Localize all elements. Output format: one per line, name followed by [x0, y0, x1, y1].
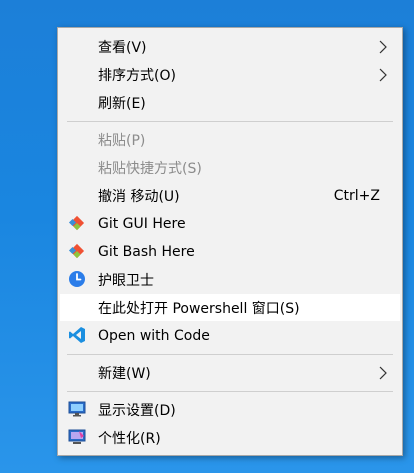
menu-item-label: 在此处打开 Powershell 窗口(S) [98, 300, 300, 317]
menu-item-label: 查看(V) [98, 39, 147, 56]
display-settings-icon [68, 401, 86, 417]
menu-item-label: 粘贴(P) [98, 132, 146, 149]
menu-item-open-powershell[interactable]: 在此处打开 Powershell 窗口(S) [60, 294, 400, 321]
menu-item-git-bash[interactable]: Git Bash Here [60, 238, 400, 265]
menu-separator [67, 391, 393, 392]
menu-item-undo-move[interactable]: 撤消 移动(U) Ctrl+Z [60, 182, 400, 209]
menu-item-paste-shortcut: 粘贴快捷方式(S) [60, 154, 400, 181]
vscode-icon [69, 327, 85, 343]
menu-item-label: 撤消 移动(U) [98, 188, 180, 205]
menu-item-label: Git Bash Here [98, 243, 195, 260]
menu-item-new[interactable]: 新建(W) [60, 359, 400, 386]
menu-item-sort-by[interactable]: 排序方式(O) [60, 61, 400, 88]
desktop-context-menu: 查看(V) 排序方式(O) 刷新(E) 粘贴(P) 粘贴快捷方式(S) 撤消 移… [57, 27, 403, 456]
menu-item-open-with-code[interactable]: Open with Code [60, 322, 400, 349]
menu-item-label: 护眼卫士 [98, 272, 154, 289]
menu-item-personalize[interactable]: 个性化(R) [60, 424, 400, 451]
git-bash-icon [68, 243, 85, 259]
menu-item-label: 个性化(R) [98, 430, 161, 447]
menu-item-eye-guard[interactable]: 护眼卫士 [60, 266, 400, 293]
shortcut-text: Ctrl+Z [333, 187, 380, 204]
chevron-right-icon [379, 40, 387, 53]
git-gui-icon [68, 215, 85, 231]
menu-item-refresh[interactable]: 刷新(E) [60, 89, 400, 116]
menu-item-label: Git GUI Here [98, 215, 186, 232]
menu-item-label: 新建(W) [98, 365, 151, 382]
chevron-right-icon [379, 366, 387, 379]
menu-item-git-gui[interactable]: Git GUI Here [60, 210, 400, 237]
personalize-icon [68, 429, 86, 444]
menu-item-display-settings[interactable]: 显示设置(D) [60, 396, 400, 423]
chevron-right-icon [379, 68, 387, 81]
menu-item-label: 排序方式(O) [98, 67, 176, 84]
menu-item-label: 刷新(E) [98, 95, 146, 112]
eye-guard-icon [69, 271, 85, 287]
menu-separator [67, 121, 393, 122]
menu-item-label: Open with Code [98, 327, 210, 344]
menu-item-paste: 粘贴(P) [60, 126, 400, 153]
menu-item-label: 显示设置(D) [98, 402, 176, 419]
menu-item-label: 粘贴快捷方式(S) [98, 160, 202, 177]
menu-item-view[interactable]: 查看(V) [60, 33, 400, 60]
menu-separator [67, 354, 393, 355]
